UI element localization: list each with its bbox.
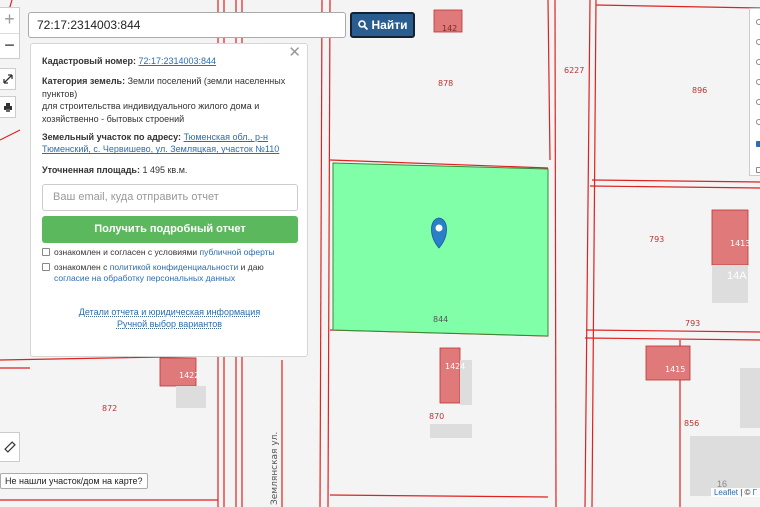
privacy-mid: и даю bbox=[240, 262, 264, 273]
street-label: Землянская ул. bbox=[270, 431, 280, 505]
zoom-out-button[interactable]: − bbox=[0, 33, 19, 58]
details-link[interactable]: Детали отчета и юридическая информация bbox=[42, 306, 297, 318]
parcel-label-872: 872 bbox=[102, 404, 118, 413]
radio-icon[interactable] bbox=[756, 39, 760, 45]
attribution-rest[interactable]: Г bbox=[753, 488, 757, 497]
parcel-label-844: 844 bbox=[433, 315, 449, 324]
offer-consent: ознакомлен и согласен с условиями публич… bbox=[42, 247, 297, 258]
privacy-checkbox[interactable] bbox=[42, 263, 50, 272]
fullscreen-button[interactable] bbox=[0, 68, 16, 90]
layers-panel[interactable] bbox=[749, 8, 760, 176]
privacy-consent: ознакомлен с политикой конфиденциальност… bbox=[42, 262, 297, 284]
cadastral-link[interactable]: 72:17:2314003:844 bbox=[138, 56, 216, 66]
ruler-icon bbox=[3, 441, 16, 453]
address-label: Земельный участок по адресу: bbox=[42, 132, 182, 143]
offer-checkbox[interactable] bbox=[42, 248, 50, 257]
address-row: Земельный участок по адресу: Тюменская о… bbox=[42, 131, 297, 156]
personal-data-link[interactable]: согласие на обработку персональных данны… bbox=[54, 273, 235, 283]
checkbox-icon[interactable] bbox=[756, 141, 760, 147]
category-row: Категория земель: Земли поселений (земли… bbox=[42, 75, 297, 125]
close-icon[interactable]: ✕ bbox=[288, 45, 301, 61]
radio-icon[interactable] bbox=[756, 59, 760, 65]
parcel-label-793b: 793 bbox=[685, 319, 701, 328]
not-found-button[interactable]: Не нашли участок/дом на карте? bbox=[0, 473, 148, 489]
category-label: Категория земель: bbox=[42, 76, 126, 87]
selected-parcel bbox=[332, 162, 549, 337]
search-button[interactable]: Найти bbox=[350, 12, 415, 38]
parcel-label-856: 856 bbox=[684, 419, 700, 428]
measure-button[interactable] bbox=[0, 432, 20, 462]
offer-text: ознакомлен и согласен с условиями bbox=[54, 247, 198, 258]
leaflet-link[interactable]: Leaflet bbox=[714, 488, 738, 497]
parcel-label-896: 896 bbox=[692, 86, 708, 95]
area-value: 1 495 кв.м. bbox=[142, 164, 188, 175]
zoom-control: + − bbox=[0, 7, 20, 59]
checkbox-icon[interactable] bbox=[756, 167, 760, 173]
print-button[interactable] bbox=[0, 96, 16, 118]
privacy-text: ознакомлен с bbox=[54, 262, 108, 273]
expand-icon bbox=[2, 74, 13, 84]
attribution-sep: | © bbox=[738, 488, 753, 497]
radio-icon[interactable] bbox=[756, 119, 760, 125]
building-label-142: 142 bbox=[442, 24, 458, 33]
building-label-1413: 1413 bbox=[730, 239, 751, 248]
printer-icon bbox=[3, 103, 12, 112]
area-label: Уточненная площадь: bbox=[42, 164, 140, 175]
house-number-14a: 14А bbox=[727, 270, 747, 282]
search-button-label: Найти bbox=[371, 18, 408, 32]
cadastral-row: Кадастровый номер: 72:17:2314003:844 bbox=[42, 55, 297, 67]
building-label-1424: 1424 bbox=[445, 362, 466, 371]
search-icon bbox=[357, 20, 368, 30]
radio-icon[interactable] bbox=[756, 19, 760, 25]
parcel-label-793: 793 bbox=[649, 235, 665, 244]
parcel-label-878: 878 bbox=[438, 79, 454, 88]
parcel-label-870: 870 bbox=[429, 412, 445, 421]
offer-link[interactable]: публичной оферты bbox=[200, 247, 275, 257]
building-label-1422: 1422 bbox=[179, 371, 200, 380]
area-row: Уточненная площадь: 1 495 кв.м. bbox=[42, 164, 297, 176]
manual-selection-link[interactable]: Ручной выбор вариантов bbox=[42, 318, 297, 330]
radio-icon[interactable] bbox=[756, 99, 760, 105]
get-report-button[interactable]: Получить подробный отчет bbox=[42, 216, 298, 244]
category-use: для строительства индивидуального жилого… bbox=[42, 101, 260, 124]
parcel-info-panel: ✕ Кадастровый номер: 72:17:2314003:844 К… bbox=[30, 43, 308, 357]
privacy-link[interactable]: политикой конфиденциальности bbox=[110, 262, 239, 272]
map-attribution: Leaflet | © Г bbox=[710, 488, 760, 497]
cadastral-label: Кадастровый номер: bbox=[42, 56, 136, 66]
email-field[interactable]: Ваш email, куда отправить отчет bbox=[42, 184, 298, 212]
search-input[interactable]: 72:17:2314003:844 bbox=[28, 12, 346, 38]
zoom-in-button[interactable]: + bbox=[0, 8, 19, 33]
panel-links: Детали отчета и юридическая информация Р… bbox=[42, 306, 297, 330]
radio-icon[interactable] bbox=[756, 79, 760, 85]
parcel-label-6227: 6227 bbox=[564, 66, 585, 75]
building-label-1415: 1415 bbox=[665, 365, 686, 374]
